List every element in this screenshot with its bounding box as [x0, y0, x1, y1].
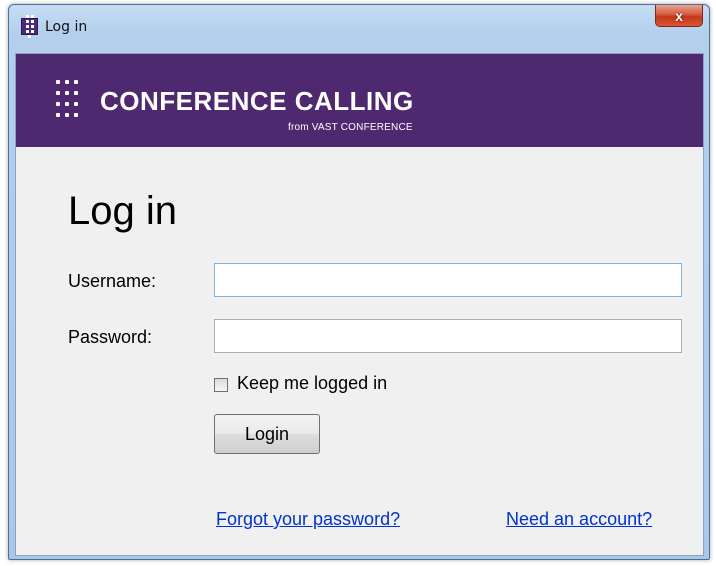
login-button[interactable]: Login: [214, 414, 320, 454]
username-label: Username:: [68, 271, 157, 291]
username-field[interactable]: [214, 263, 682, 297]
need-account-link[interactable]: Need an account?: [506, 509, 652, 530]
keep-logged-in-checkbox[interactable]: [214, 378, 228, 392]
brand-name: CONFERENCE CALLING: [100, 86, 414, 116]
brand-subtitle: from VAST CONFERENCE: [288, 122, 413, 133]
window-title: Log in: [45, 19, 88, 35]
title-bar[interactable]: Log in x: [9, 5, 709, 43]
dot-grid-logo-icon: [56, 80, 90, 124]
window-content: CONFERENCE CALLING from VAST CONFERENCE …: [15, 53, 704, 556]
password-field[interactable]: [214, 319, 682, 353]
login-window: Log in x CONFERENCE CALLING from VAST CO…: [8, 4, 710, 560]
page-title: Log in: [68, 189, 177, 233]
app-grid-icon: [21, 15, 38, 38]
keep-logged-in-label[interactable]: Keep me logged in: [237, 373, 387, 394]
forgot-password-link[interactable]: Forgot your password?: [216, 509, 400, 530]
brand-banner: CONFERENCE CALLING from VAST CONFERENCE: [16, 54, 703, 147]
close-icon: x: [675, 7, 683, 24]
password-label: Password:: [68, 327, 153, 347]
close-button[interactable]: x: [655, 5, 703, 27]
